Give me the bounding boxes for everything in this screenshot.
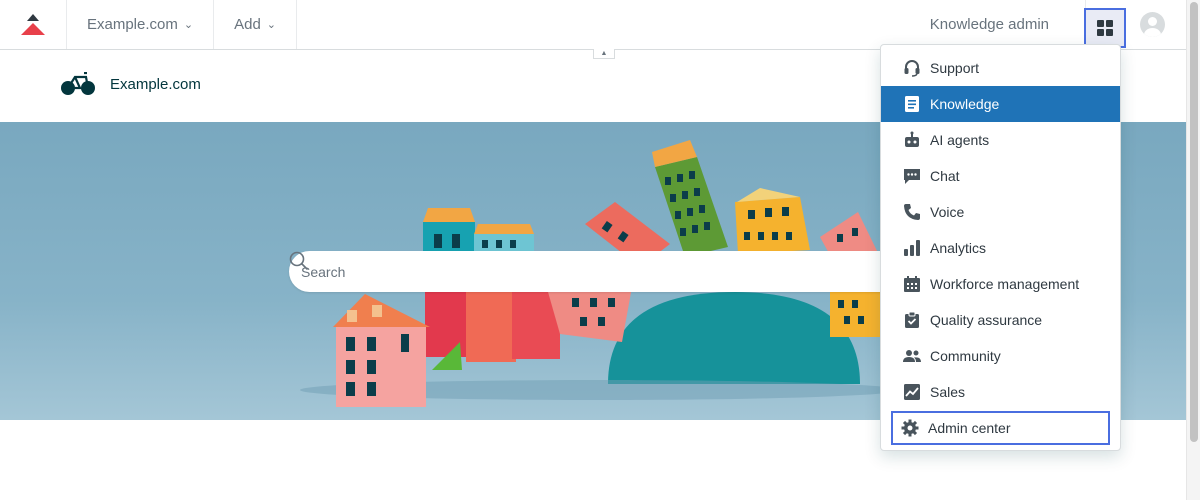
robot-icon	[902, 131, 921, 150]
gear-icon	[900, 419, 919, 438]
knowledge-admin-label: Knowledge admin	[929, 16, 1049, 33]
search-icon	[289, 251, 308, 270]
menu-item-chat[interactable]: Chat	[881, 158, 1120, 194]
menu-item-label: Support	[930, 60, 980, 76]
menu-item-label: Workforce management	[930, 276, 1080, 292]
menu-item-label: Knowledge	[930, 96, 1000, 112]
product-logo[interactable]	[0, 0, 67, 49]
page-scrollbar[interactable]	[1186, 0, 1200, 500]
help-center-brand[interactable]: Example.com	[60, 72, 201, 96]
menu-item-sales[interactable]: Sales	[881, 374, 1120, 410]
bar-chart-icon	[902, 239, 921, 258]
menu-item-label: Sales	[930, 384, 966, 400]
menu-item-label: Quality assurance	[930, 312, 1043, 328]
brand-name: Example.com	[110, 75, 201, 93]
chevron-down-icon: ⌄	[183, 19, 194, 31]
menu-item-support[interactable]: Support	[881, 50, 1120, 86]
grid-apps-icon	[1097, 20, 1113, 36]
menu-item-workforce-management[interactable]: Workforce management	[881, 266, 1120, 302]
top-navigation-bar: Example.com ⌄ Add ⌄ Knowledge admin	[0, 0, 1186, 50]
menu-item-community[interactable]: Community	[881, 338, 1120, 374]
chat-icon	[902, 167, 921, 186]
add-label: Add	[234, 16, 261, 33]
building-icon	[902, 275, 921, 294]
scrollbar-thumb[interactable]	[1190, 2, 1198, 442]
menu-item-knowledge[interactable]: Knowledge	[881, 86, 1120, 122]
menu-item-quality-assurance[interactable]: Quality assurance	[881, 302, 1120, 338]
knowledge-admin-link[interactable]: Knowledge admin	[930, 0, 1086, 49]
collapse-header-toggle[interactable]: ▲	[593, 49, 615, 59]
bicycle-logo-icon	[61, 72, 95, 95]
headset-icon	[902, 59, 921, 78]
brand-switcher-dropdown[interactable]: Example.com ⌄	[67, 0, 215, 49]
menu-item-label: Voice	[930, 204, 965, 220]
menu-item-admin-center[interactable]: Admin center	[890, 410, 1111, 446]
user-avatar[interactable]	[1140, 12, 1165, 37]
menu-item-label: Community	[930, 348, 1001, 364]
product-tray-button[interactable]	[1084, 8, 1126, 48]
menu-item-label: Chat	[930, 168, 960, 184]
menu-item-analytics[interactable]: Analytics	[881, 230, 1120, 266]
menu-item-label: Analytics	[930, 240, 987, 256]
menu-item-label: Admin center	[928, 420, 1011, 436]
phone-icon	[902, 203, 921, 222]
people-icon	[902, 347, 921, 366]
caret-up-icon: ▲	[600, 50, 608, 57]
search-bar[interactable]: Search	[289, 251, 909, 292]
clipboard-check-icon	[902, 311, 921, 330]
add-dropdown[interactable]: Add ⌄	[214, 0, 298, 49]
brand-switcher-label: Example.com	[87, 16, 178, 33]
menu-item-ai-agents[interactable]: AI agents	[881, 122, 1120, 158]
product-tray-menu: Support Knowledge AI agents Chat Voice A…	[880, 44, 1121, 451]
triangle-logo-icon	[21, 13, 45, 35]
chevron-down-icon: ⌄	[266, 19, 277, 31]
menu-item-voice[interactable]: Voice	[881, 194, 1120, 230]
book-icon	[902, 95, 921, 114]
trend-chart-icon	[902, 383, 921, 402]
menu-item-label: AI agents	[930, 132, 990, 148]
